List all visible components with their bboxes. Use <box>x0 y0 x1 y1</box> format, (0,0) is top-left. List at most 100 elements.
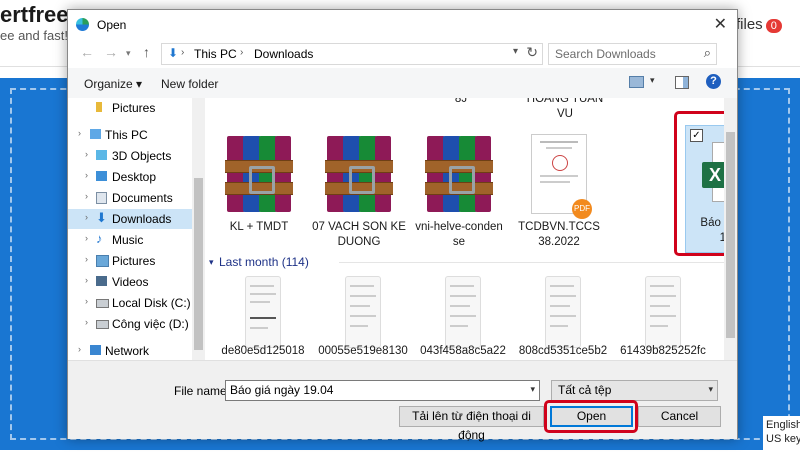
dialog-footer: File name: Báo giá ngày 19.04 ▾ Tất cả t… <box>68 360 737 442</box>
recent-chevron-icon[interactable]: ▾ <box>126 48 131 59</box>
nav-item-pictures-lib[interactable]: › Pictures <box>68 251 192 271</box>
chevron-right-icon[interactable]: › <box>85 233 88 243</box>
nav-item-this-pc[interactable]: › This PC <box>68 125 192 145</box>
chevron-down-icon[interactable]: ▾ <box>708 384 713 395</box>
forward-arrow-icon[interactable]: → <box>104 44 118 60</box>
close-icon[interactable]: ✕ <box>714 14 727 34</box>
cancel-button[interactable]: Cancel <box>638 406 721 427</box>
file-type-select[interactable]: Tất cả tệp ▾ <box>551 380 718 401</box>
view-dropdown-icon[interactable]: ▾ <box>650 75 655 86</box>
image-thumbnail[interactable] <box>645 276 681 348</box>
nav-item-local-disk-c[interactable]: › Local Disk (C:) <box>68 293 192 313</box>
up-arrow-icon[interactable]: ↑ <box>143 44 150 60</box>
chevron-right-icon[interactable]: › <box>78 344 81 354</box>
chevron-right-icon[interactable]: › <box>85 275 88 285</box>
nav-scrollbar[interactable] <box>192 98 205 360</box>
navigation-pane: Pictures › This PC › 3D Objects › Deskto… <box>68 98 205 360</box>
files-label: files <box>736 16 763 33</box>
chevron-right-icon[interactable]: › <box>85 296 88 306</box>
file-list-scrollbar[interactable] <box>724 98 737 360</box>
network-icon <box>90 345 101 355</box>
nav-item-desktop[interactable]: › Desktop <box>68 167 192 187</box>
documents-icon <box>96 192 107 204</box>
nav-item-downloads[interactable]: › ⬇ Downloads <box>68 209 192 229</box>
chevron-right-icon[interactable]: › <box>85 317 88 327</box>
navigation-bar: ← → ▾ ↑ ⬇ › This PC › Downloads ▾ ↻ Sear… <box>68 40 737 66</box>
nav-item-drive-d[interactable]: › Công việc (D:) <box>68 314 192 334</box>
chevron-right-icon[interactable]: › <box>85 191 88 201</box>
language-indicator[interactable]: English US key <box>763 416 800 452</box>
group-divider <box>339 262 729 263</box>
nav-item-3d-objects[interactable]: › 3D Objects <box>68 146 192 166</box>
keyboard-layout: US key <box>766 433 800 445</box>
nav-item-label: Network <box>105 344 150 358</box>
nav-item-label: Downloads <box>112 212 172 226</box>
chevron-right-icon[interactable]: › <box>85 149 88 159</box>
upload-from-phone-button[interactable]: Tải lên từ điện thoại di động <box>399 406 544 442</box>
file-name-value: Báo giá ngày 19.04 <box>230 383 334 397</box>
file-name-input[interactable]: Báo giá ngày 19.04 ▾ <box>225 380 540 401</box>
nav-item-videos[interactable]: › Videos <box>68 272 192 292</box>
image-file-name: 808cd5351ce5b2 <box>518 345 608 357</box>
nav-item-label: Pictures <box>112 101 156 115</box>
files-count-badge: 0 <box>765 19 782 33</box>
search-icon: ⌕ <box>703 45 711 60</box>
computer-icon <box>90 129 101 139</box>
image-thumbnail[interactable] <box>345 276 381 348</box>
breadcrumb-this-pc[interactable]: This PC <box>194 47 237 61</box>
file-item[interactable]: PDF TCDBVN.TCCS 38.2022 <box>515 128 603 248</box>
nav-item-pictures[interactable]: Pictures <box>68 98 192 118</box>
cut-off-label: HOANG TUAN <box>526 98 604 105</box>
image-file-name: 00055e519e8130 <box>318 345 408 357</box>
file-name-line: 07 VACH SON KE <box>312 221 406 233</box>
nav-item-label: This PC <box>105 128 148 142</box>
desktop-icon <box>96 171 107 181</box>
search-placeholder: Search Downloads <box>555 47 656 61</box>
image-thumbnail[interactable] <box>245 276 281 348</box>
group-header-last-month[interactable]: Last month (114) <box>219 255 309 269</box>
file-name-line: se <box>452 236 466 248</box>
image-thumbnail[interactable] <box>545 276 581 348</box>
chevron-right-icon[interactable]: › <box>85 170 88 180</box>
chevron-down-icon[interactable]: ▾ <box>209 257 214 268</box>
nav-item-documents[interactable]: › Documents <box>68 188 192 208</box>
dialog-titlebar[interactable]: Open ✕ <box>68 10 737 40</box>
nav-item-label: Desktop <box>112 170 157 184</box>
organize-menu[interactable]: Organize ▾ <box>84 77 142 91</box>
winrar-icon <box>325 136 393 214</box>
cut-off-label: 8J <box>454 98 468 105</box>
nav-item-label: Công việc (D:) <box>112 317 189 331</box>
files-counter[interactable]: files 0 <box>736 16 782 33</box>
chevron-right-icon[interactable]: › <box>78 128 81 138</box>
file-list-scrollbar-thumb[interactable] <box>726 132 735 338</box>
nav-item-label: Videos <box>112 275 149 289</box>
command-toolbar: Organize ▾ New folder ▾ ? <box>68 68 737 98</box>
file-item[interactable]: vni-helve-conden se <box>415 128 503 248</box>
breadcrumb-downloads[interactable]: Downloads <box>254 47 313 61</box>
file-name-line: TCDBVN.TCCS <box>518 221 600 233</box>
address-bar[interactable]: ⬇ › This PC › Downloads ▾ ↻ <box>161 43 543 65</box>
preview-pane-icon[interactable] <box>675 76 689 89</box>
chevron-right-icon[interactable]: › <box>85 212 88 222</box>
cut-off-label: VU <box>557 108 573 120</box>
nav-item-network[interactable]: › Network <box>68 341 192 360</box>
file-name-label: File name: <box>174 384 231 398</box>
address-dropdown-icon[interactable]: ▾ <box>513 46 518 57</box>
edge-browser-icon <box>76 18 89 31</box>
back-arrow-icon[interactable]: ← <box>80 44 94 60</box>
winrar-icon <box>225 136 293 214</box>
file-item[interactable]: KL + TMDT <box>215 128 303 248</box>
change-view-icon[interactable] <box>629 76 644 88</box>
nav-scrollbar-thumb[interactable] <box>194 178 203 350</box>
help-icon[interactable]: ? <box>706 74 721 89</box>
site-tagline: ee and fast! <box>0 28 68 43</box>
new-folder-button[interactable]: New folder <box>161 77 218 91</box>
image-thumbnail[interactable] <box>445 276 481 348</box>
language-name: English <box>766 419 800 431</box>
chevron-right-icon[interactable]: › <box>85 254 88 264</box>
refresh-icon[interactable]: ↻ <box>526 44 538 61</box>
file-item[interactable]: 07 VACH SON KE DUONG <box>312 128 406 248</box>
chevron-down-icon[interactable]: ▾ <box>530 384 535 395</box>
search-input[interactable]: Search Downloads ⌕ <box>548 43 717 65</box>
nav-item-music[interactable]: › ♪ Music <box>68 230 192 250</box>
